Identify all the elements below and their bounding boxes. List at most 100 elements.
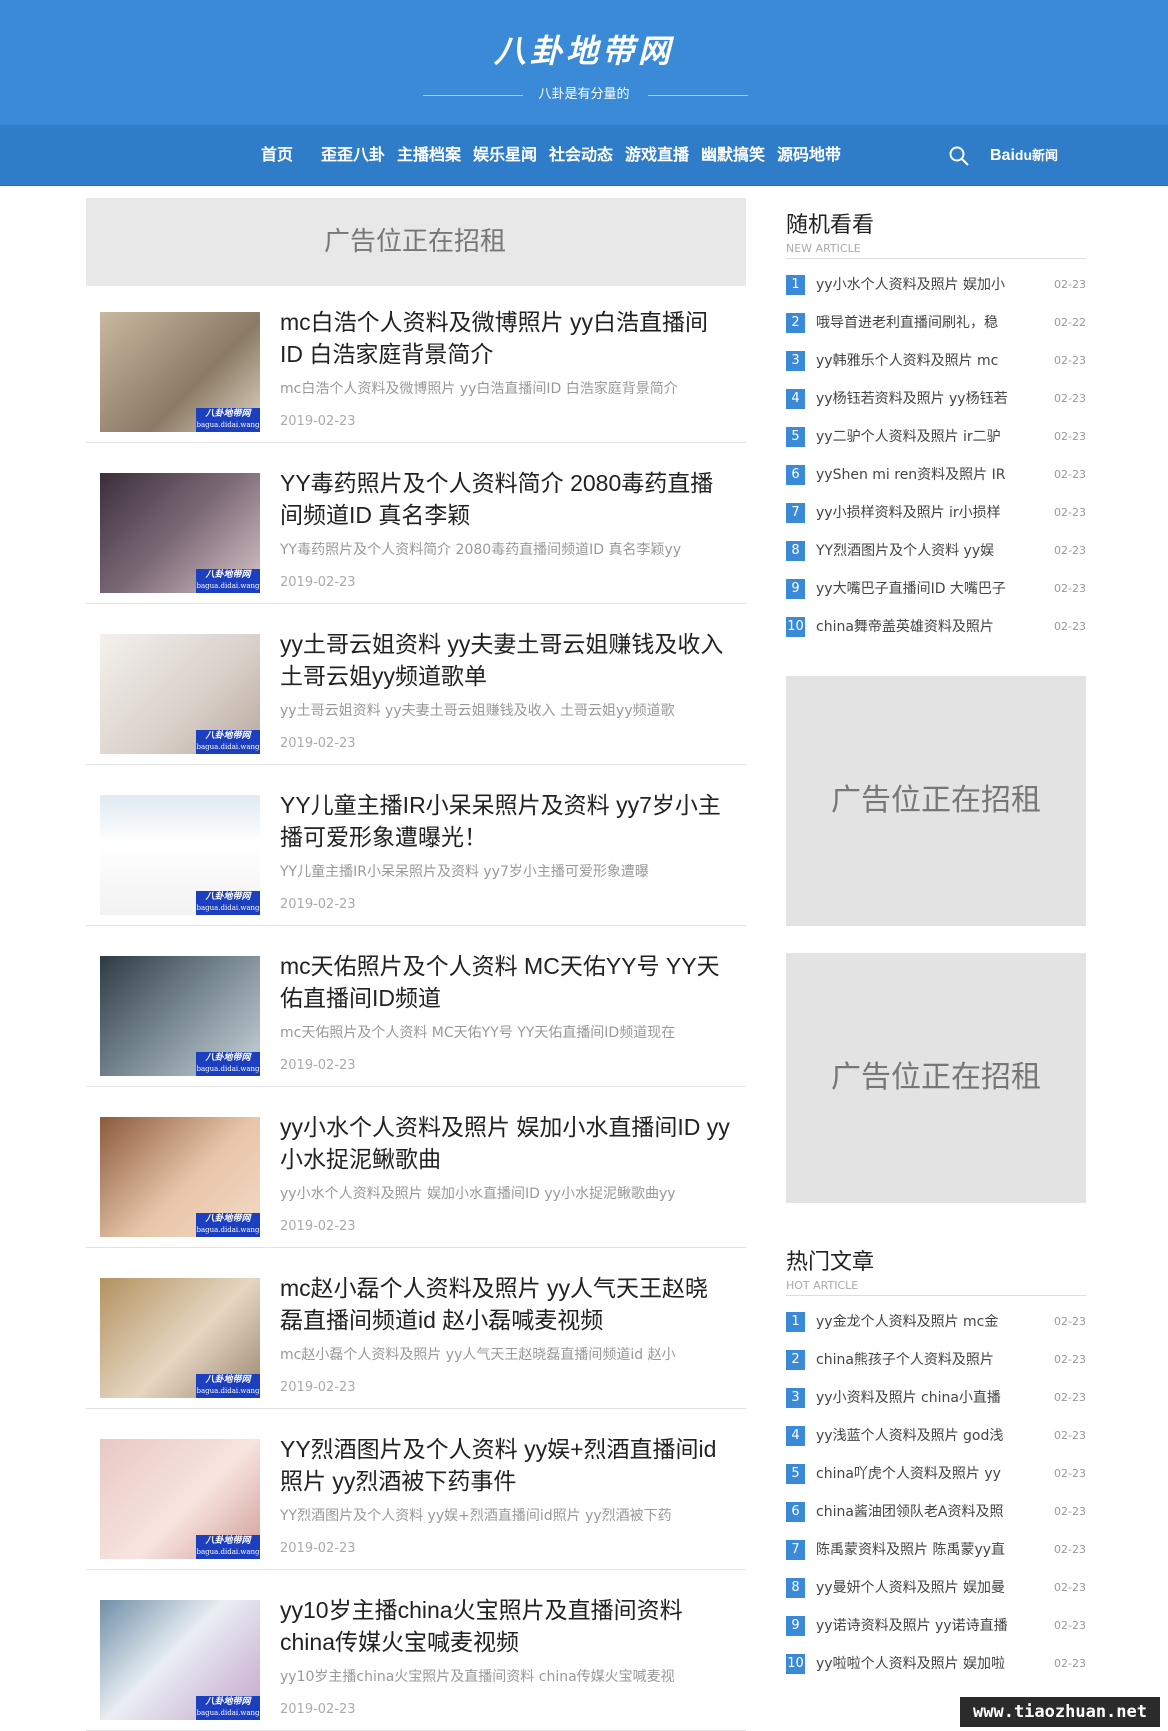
thumbnail-watermark: 八卦地带网 bagua.didai.wang — [196, 1213, 260, 1237]
nav-item-entertainment[interactable]: 娱乐星闻 — [473, 125, 537, 185]
article-thumbnail[interactable]: 八卦地带网 bagua.didai.wang — [100, 956, 260, 1076]
rank-item-title[interactable]: yy小资料及照片 china小直播 — [816, 1387, 1031, 1409]
article-thumbnail[interactable]: 八卦地带网 bagua.didai.wang — [100, 634, 260, 754]
site-header: 八卦地带网 八卦是有分量的 — [0, 0, 1168, 125]
sidebar-random-item[interactable]: 3 yy韩雅乐个人资料及照片 mc 02-23 — [786, 350, 1086, 372]
sidebar-random-item[interactable]: 7 yy小损样资料及照片 ir小损样 02-23 — [786, 502, 1086, 524]
article-item[interactable]: 八卦地带网 bagua.didai.wang mc白浩个人资料及微博照片 yy白浩直… — [86, 282, 746, 443]
search-icon[interactable] — [948, 145, 970, 167]
sidebar-random-item[interactable]: 8 YY烈酒图片及个人资料 yy娱 02-23 — [786, 540, 1086, 562]
article-title[interactable]: YY毒药照片及个人资料简介 2080毒药直播间频道ID 真名李颖 — [280, 467, 730, 531]
rank-item-title[interactable]: yy杨钰若资料及照片 yy杨钰若 — [816, 388, 1031, 410]
rank-item-title[interactable]: yy小损样资料及照片 ir小损样 — [816, 502, 1031, 524]
article-thumbnail[interactable]: 八卦地带网 bagua.didai.wang — [100, 795, 260, 915]
article-title[interactable]: YY儿童主播IR小呆呆照片及资料 yy7岁小主播可爱形象遭曝光！ — [280, 789, 730, 853]
sidebar-random-item[interactable]: 2 哦导首进老利直播间刷礼，稳 02-22 — [786, 312, 1086, 334]
nav-item-humor[interactable]: 幽默搞笑 — [701, 125, 765, 185]
rank-item-title[interactable]: yy二驴个人资料及照片 ir二驴 — [816, 426, 1031, 448]
sidebar-hot-item[interactable]: 5 china吖虎个人资料及照片 yy 02-23 — [786, 1463, 1086, 1485]
sidebar-hot-item[interactable]: 2 china熊孩子个人资料及照片 02-23 — [786, 1349, 1086, 1371]
sidebar-random-item[interactable]: 5 yy二驴个人资料及照片 ir二驴 02-23 — [786, 426, 1086, 448]
ad-sidebar-2[interactable]: 广告位正在招租 — [786, 953, 1086, 1203]
nav-item-yy-gossip[interactable]: 歪歪八卦 — [321, 125, 385, 185]
article-title[interactable]: yy土哥云姐资料 yy夫妻土哥云姐赚钱及收入 土哥云姐yy频道歌单 — [280, 628, 730, 692]
article-item[interactable]: 八卦地带网 bagua.didai.wang yy土哥云姐资料 yy夫妻土哥云姐赚钱… — [86, 604, 746, 765]
rank-item-date: 02-23 — [1054, 430, 1086, 443]
rank-item-title[interactable]: china吖虎个人资料及照片 yy — [816, 1463, 1031, 1485]
article-item[interactable]: 八卦地带网 bagua.didai.wang yy小水个人资料及照片 娱加小水直播间… — [86, 1087, 746, 1248]
baidu-logo-text: Bai — [990, 147, 1015, 164]
rank-item-title[interactable]: yy小水个人资料及照片 娱加小 — [816, 274, 1031, 296]
rank-item-title[interactable]: YY烈酒图片及个人资料 yy娱 — [816, 540, 1031, 562]
sidebar-hot-item[interactable]: 4 yy浅蓝个人资料及照片 god浅 02-23 — [786, 1425, 1086, 1447]
article-title[interactable]: mc天佑照片及个人资料 MC天佑YY号 YY天佑直播间ID频道 — [280, 950, 730, 1014]
nav-item-game-live[interactable]: 游戏直播 — [625, 125, 689, 185]
thumbnail-watermark: 八卦地带网 bagua.didai.wang — [196, 408, 260, 432]
ad-banner-main[interactable]: 广告位正在招租 — [86, 198, 746, 286]
rank-item-title[interactable]: yy诺诗资料及照片 yy诺诗直播 — [816, 1615, 1031, 1637]
sidebar-hot-item[interactable]: 9 yy诺诗资料及照片 yy诺诗直播 02-23 — [786, 1615, 1086, 1637]
rank-item-title[interactable]: china酱油团领队老A资料及照 — [816, 1501, 1031, 1523]
rank-item-date: 02-23 — [1054, 1391, 1086, 1404]
rank-item-title[interactable]: 陈禹蒙资料及照片 陈禹蒙yy直 — [816, 1539, 1031, 1561]
article-thumbnail[interactable]: 八卦地带网 bagua.didai.wang — [100, 1600, 260, 1720]
ad-sidebar-1[interactable]: 广告位正在招租 — [786, 676, 1086, 926]
article-item[interactable]: 八卦地带网 bagua.didai.wang YY儿童主播IR小呆呆照片及资料 yy… — [86, 765, 746, 926]
article-title[interactable]: yy小水个人资料及照片 娱加小水直播间ID yy小水捉泥鳅歌曲 — [280, 1111, 730, 1175]
baidu-news-logo[interactable]: Baidu新闻 — [990, 139, 1058, 171]
rank-item-title[interactable]: yyShen mi ren资料及照片 IR — [816, 464, 1031, 486]
rank-item-title[interactable]: yy浅蓝个人资料及照片 god浅 — [816, 1425, 1031, 1447]
sidebar-random-item[interactable]: 6 yyShen mi ren资料及照片 IR 02-23 — [786, 464, 1086, 486]
article-item[interactable]: 八卦地带网 bagua.didai.wang yy10岁主播china火宝照片及直播… — [86, 1570, 746, 1731]
rank-item-title[interactable]: yy大嘴巴子直播间ID 大嘴巴子 — [816, 578, 1031, 600]
thumbnail-watermark-text: 八卦地带网 — [205, 409, 251, 419]
sidebar-hot-item[interactable]: 1 yy金龙个人资料及照片 mc金 02-23 — [786, 1311, 1086, 1333]
article-title[interactable]: yy10岁主播china火宝照片及直播间资料 china传媒火宝喊麦视频 — [280, 1594, 730, 1658]
nav-item-society[interactable]: 社会动态 — [549, 125, 613, 185]
rank-item-title[interactable]: china熊孩子个人资料及照片 — [816, 1349, 1031, 1371]
sidebar-random-item[interactable]: 10 china舞帝盖英雄资料及照片 02-23 — [786, 616, 1086, 638]
article-date: 2019-02-23 — [280, 897, 356, 912]
sidebar-hot-subtitle: HOT ARTICLE — [786, 1279, 859, 1292]
nav-item-source-code[interactable]: 源码地带 — [777, 125, 841, 185]
article-thumbnail[interactable]: 八卦地带网 bagua.didai.wang — [100, 1117, 260, 1237]
rank-item-title[interactable]: 哦导首进老利直播间刷礼，稳 — [816, 312, 1031, 334]
article-thumbnail[interactable]: 八卦地带网 bagua.didai.wang — [100, 1278, 260, 1398]
sidebar-hot-item[interactable]: 6 china酱油团领队老A资料及照 02-23 — [786, 1501, 1086, 1523]
article-item[interactable]: 八卦地带网 bagua.didai.wang mc赵小磊个人资料及照片 yy人气天王… — [86, 1248, 746, 1409]
sidebar-random-item[interactable]: 9 yy大嘴巴子直播间ID 大嘴巴子 02-23 — [786, 578, 1086, 600]
article-thumbnail[interactable]: 八卦地带网 bagua.didai.wang — [100, 1439, 260, 1559]
sidebar-hot-item[interactable]: 10 yy啦啦个人资料及照片 娱加啦 02-23 — [786, 1653, 1086, 1675]
rank-item-title[interactable]: china舞帝盖英雄资料及照片 — [816, 616, 1031, 638]
article-thumbnail[interactable]: 八卦地带网 bagua.didai.wang — [100, 312, 260, 432]
article-thumbnail[interactable]: 八卦地带网 bagua.didai.wang — [100, 473, 260, 593]
article-item[interactable]: 八卦地带网 bagua.didai.wang YY烈酒图片及个人资料 yy娱+烈酒直… — [86, 1409, 746, 1570]
article-excerpt: YY烈酒图片及个人资料 yy娱+烈酒直播间id照片 yy烈酒被下药 — [280, 1508, 672, 1524]
article-title[interactable]: YY烈酒图片及个人资料 yy娱+烈酒直播间id照片 yy烈酒被下药事件 — [280, 1433, 730, 1497]
rank-number-badge: 3 — [786, 351, 805, 371]
ad-banner-label: 广告位正在招租 — [324, 227, 507, 257]
sidebar-random-title: 随机看看 — [786, 213, 875, 238]
rank-item-date: 02-23 — [1054, 1315, 1086, 1328]
nav-item-streamer-profiles[interactable]: 主播档案 — [397, 125, 461, 185]
sidebar-hot-item[interactable]: 3 yy小资料及照片 china小直播 02-23 — [786, 1387, 1086, 1409]
article-title[interactable]: mc赵小磊个人资料及照片 yy人气天王赵晓磊直播间频道id 赵小磊喊麦视频 — [280, 1272, 730, 1336]
thumbnail-watermark-text: 八卦地带网 — [205, 1697, 251, 1707]
nav-item-home[interactable]: 首页 — [261, 125, 293, 185]
sidebar-random-item[interactable]: 1 yy小水个人资料及照片 娱加小 02-23 — [786, 274, 1086, 296]
rank-item-date: 02-23 — [1054, 582, 1086, 595]
sidebar-hot-item[interactable]: 8 yy曼妍个人资料及照片 娱加曼 02-23 — [786, 1577, 1086, 1599]
rank-item-date: 02-23 — [1054, 620, 1086, 633]
sidebar-hot-item[interactable]: 7 陈禹蒙资料及照片 陈禹蒙yy直 02-23 — [786, 1539, 1086, 1561]
article-item[interactable]: 八卦地带网 bagua.didai.wang YY毒药照片及个人资料简介 2080毒… — [86, 443, 746, 604]
site-logo[interactable]: 八卦地带网 — [0, 26, 1168, 72]
article-title[interactable]: mc白浩个人资料及微博照片 yy白浩直播间ID 白浩家庭背景简介 — [280, 306, 730, 370]
sidebar-random-item[interactable]: 4 yy杨钰若资料及照片 yy杨钰若 02-23 — [786, 388, 1086, 410]
article-item[interactable]: 八卦地带网 bagua.didai.wang mc天佑照片及个人资料 MC天佑YY号… — [86, 926, 746, 1087]
rank-item-title[interactable]: yy啦啦个人资料及照片 娱加啦 — [816, 1653, 1031, 1675]
rank-item-title[interactable]: yy曼妍个人资料及照片 娱加曼 — [816, 1577, 1031, 1599]
rank-item-title[interactable]: yy韩雅乐个人资料及照片 mc — [816, 350, 1031, 372]
rank-item-title[interactable]: yy金龙个人资料及照片 mc金 — [816, 1311, 1031, 1333]
rank-item-date: 02-23 — [1054, 468, 1086, 481]
tagline-row: 八卦是有分量的 — [0, 84, 1168, 106]
